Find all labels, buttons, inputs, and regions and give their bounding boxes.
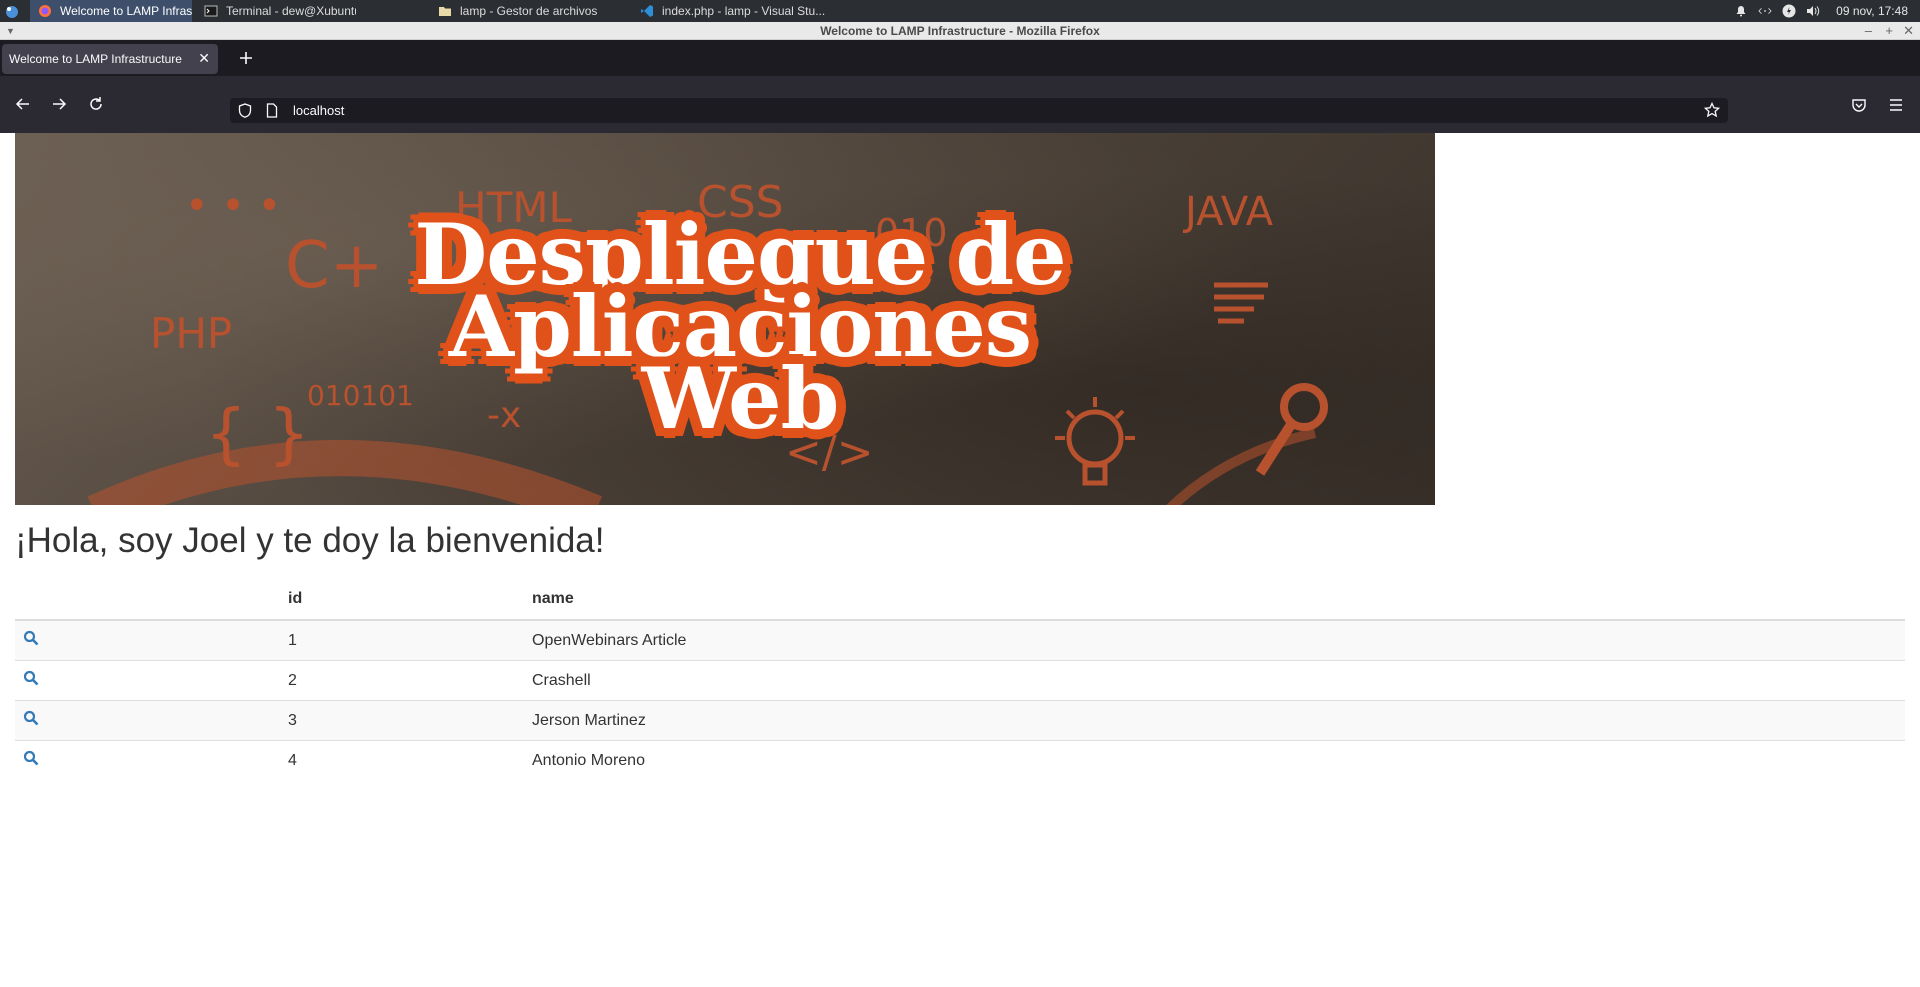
minimize-icon[interactable]: –: [1865, 22, 1872, 40]
cell-name: OpenWebinars Article: [524, 619, 1905, 661]
plus-icon: [240, 52, 252, 64]
arrow-left-icon: [15, 98, 29, 110]
view-link[interactable]: [15, 660, 280, 701]
window-menu-icon[interactable]: ▼: [6, 22, 15, 40]
bookmark-star-icon[interactable]: [1703, 101, 1721, 121]
banner-lines-doodle: [1214, 282, 1268, 324]
column-header-name: name: [524, 579, 1905, 621]
page-content: HTML CSS JAVA PHP C+ 010101 { } </> -x 0…: [0, 133, 1920, 987]
search-icon[interactable]: [23, 670, 39, 686]
url-text: localhost: [293, 103, 345, 118]
new-tab-button[interactable]: [234, 46, 258, 70]
forward-button[interactable]: [47, 92, 71, 116]
banner-deco-dots: • • •: [185, 183, 282, 229]
cell-name: Crashell: [524, 660, 1905, 701]
power-icon[interactable]: [1782, 4, 1796, 18]
taskbar-item-label: Welcome to LAMP Infrastru...: [60, 4, 192, 18]
tab-strip: Welcome to LAMP Infrastructure ✕: [0, 40, 1920, 76]
table-row: 4 Antonio Moreno: [15, 740, 1905, 780]
reload-button[interactable]: [84, 92, 108, 116]
search-icon[interactable]: [23, 710, 39, 726]
vscode-icon: [640, 4, 654, 18]
network-icon[interactable]: [1758, 4, 1772, 18]
cell-name: Antonio Moreno: [524, 740, 1905, 780]
banner-title: Despliegue de Aplicaciones Web: [370, 213, 1110, 441]
taskbar-item-label: lamp - Gestor de archivos: [460, 4, 598, 18]
page-info-icon[interactable]: [266, 103, 278, 121]
app-menu-button[interactable]: [1885, 94, 1907, 116]
tracking-protection-icon[interactable]: [238, 103, 252, 121]
browser-tab[interactable]: Welcome to LAMP Infrastructure ✕: [2, 44, 218, 74]
column-header-id: id: [280, 579, 524, 621]
banner-deco-text: C+: [285, 229, 384, 303]
close-tab-icon[interactable]: ✕: [198, 50, 210, 67]
notification-bell-icon[interactable]: [1734, 4, 1748, 18]
table-row: 3 Jerson Martinez: [15, 700, 1905, 741]
table-row: 1 OpenWebinars Article: [15, 619, 1905, 661]
cell-id: 4: [280, 740, 524, 780]
column-header-view: [15, 579, 280, 621]
cell-id: 2: [280, 660, 524, 701]
taskbar-item-label: Terminal - dew@XubuntuDE...: [226, 4, 356, 18]
view-link[interactable]: [15, 619, 280, 661]
users-table: id name 1 OpenWebinars Article 2 Crashel…: [15, 579, 1905, 780]
terminal-icon: [204, 4, 218, 18]
cell-name: Jerson Martinez: [524, 700, 1905, 741]
arrow-right-icon: [53, 98, 67, 110]
address-bar[interactable]: localhost: [230, 98, 1728, 123]
folder-icon: [438, 4, 452, 18]
view-link[interactable]: [15, 700, 280, 741]
pocket-button[interactable]: [1848, 94, 1870, 116]
app-menu-icon[interactable]: [4, 3, 20, 19]
window-title: Welcome to LAMP Infrastructure - Mozilla…: [820, 24, 1100, 38]
desktop-panel: Welcome to LAMP Infrastru... Terminal - …: [0, 0, 1920, 22]
taskbar-item-label: index.php - lamp - Visual Stu...: [662, 4, 826, 18]
view-link[interactable]: [15, 740, 280, 780]
search-icon[interactable]: [23, 750, 39, 766]
welcome-heading: ¡Hola, soy Joel y te doy la bienvenida!: [15, 521, 605, 560]
back-button[interactable]: [11, 92, 35, 116]
firefox-icon: [38, 4, 52, 18]
pocket-icon: [1852, 99, 1866, 112]
header-banner-image: HTML CSS JAVA PHP C+ 010101 { } </> -x 0…: [15, 133, 1435, 505]
table-row: 2 Crashell: [15, 660, 1905, 701]
system-tray: 09 nov, 17:48: [1734, 0, 1920, 22]
close-window-icon[interactable]: ✕: [1903, 22, 1914, 40]
hamburger-menu-icon: [1890, 99, 1902, 111]
banner-deco-text: JAVA: [1185, 189, 1274, 235]
table-header-row: id name: [15, 579, 1905, 621]
taskbar-item-terminal[interactable]: Terminal - dew@XubuntuDE...: [196, 0, 356, 22]
maximize-icon[interactable]: +: [1885, 22, 1893, 40]
taskbar-item-vscode[interactable]: index.php - lamp - Visual Stu...: [632, 0, 832, 22]
search-icon[interactable]: [23, 630, 39, 646]
banner-deco-text: PHP: [150, 309, 233, 358]
cell-id: 3: [280, 700, 524, 741]
window-titlebar[interactable]: ▼ Welcome to LAMP Infrastructure - Mozil…: [0, 22, 1920, 40]
volume-icon[interactable]: [1806, 4, 1820, 18]
clock[interactable]: 09 nov, 17:48: [1836, 4, 1908, 18]
tab-title: Welcome to LAMP Infrastructure: [9, 52, 182, 66]
nav-bar: localhost: [0, 76, 1920, 133]
cell-id: 1: [280, 619, 524, 661]
reload-icon: [90, 97, 102, 110]
taskbar-item-firefox[interactable]: Welcome to LAMP Infrastru...: [30, 0, 192, 22]
taskbar-item-file-manager[interactable]: lamp - Gestor de archivos: [430, 0, 620, 22]
